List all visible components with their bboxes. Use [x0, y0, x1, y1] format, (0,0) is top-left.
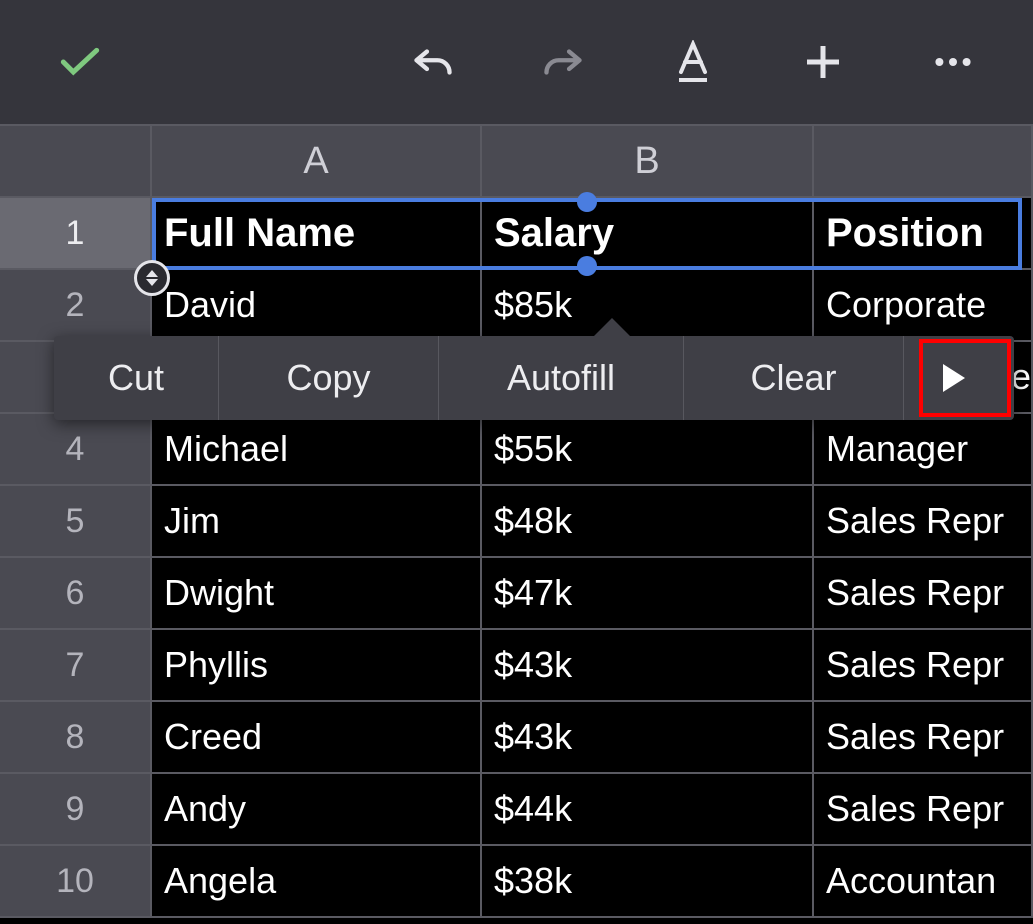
cell-b6[interactable]: $47k: [482, 558, 814, 630]
row-header-10[interactable]: 10: [0, 846, 152, 918]
table-row: 6 Dwight $47k Sales Repr: [0, 558, 1033, 630]
row-header-7[interactable]: 7: [0, 630, 152, 702]
cell-c5[interactable]: Sales Repr: [814, 486, 1033, 558]
cell-a2[interactable]: David: [152, 270, 482, 342]
cell-a4[interactable]: Michael: [152, 414, 482, 486]
context-menu-pointer: [594, 318, 630, 336]
cell-c4[interactable]: Manager: [814, 414, 1033, 486]
cell-c10[interactable]: Accountan: [814, 846, 1033, 918]
cell-b4[interactable]: $55k: [482, 414, 814, 486]
context-menu-clear[interactable]: Clear: [684, 336, 904, 420]
cell-c7[interactable]: Sales Repr: [814, 630, 1033, 702]
table-row: 5 Jim $48k Sales Repr: [0, 486, 1033, 558]
row-header-4[interactable]: 4: [0, 414, 152, 486]
table-row: 8 Creed $43k Sales Repr: [0, 702, 1033, 774]
add-plus-icon[interactable]: [803, 42, 843, 82]
column-header-row: A B: [0, 124, 1033, 198]
row-header-6[interactable]: 6: [0, 558, 152, 630]
confirm-checkmark-icon[interactable]: [60, 42, 100, 82]
text-format-icon[interactable]: [673, 42, 713, 82]
cell-a9[interactable]: Andy: [152, 774, 482, 846]
table-row: 10 Angela $38k Accountan: [0, 846, 1033, 918]
column-header-c[interactable]: [814, 126, 1033, 196]
cell-c1[interactable]: Position: [814, 198, 1033, 270]
cell-a10[interactable]: Angela: [152, 846, 482, 918]
table-row: 9 Andy $44k Sales Repr: [0, 774, 1033, 846]
more-options-icon[interactable]: [933, 42, 973, 82]
cell-c2[interactable]: Corporate: [814, 270, 1033, 342]
chevron-right-icon: [943, 364, 965, 392]
select-all-corner[interactable]: [0, 126, 152, 196]
row-header-8[interactable]: 8: [0, 702, 152, 774]
cell-a6[interactable]: Dwight: [152, 558, 482, 630]
context-menu-cut[interactable]: Cut: [54, 336, 219, 420]
column-header-b[interactable]: B: [482, 126, 814, 196]
cell-b7[interactable]: $43k: [482, 630, 814, 702]
row-header-2[interactable]: 2: [0, 270, 152, 342]
row-header-9[interactable]: 9: [0, 774, 152, 846]
toolbar: [0, 0, 1033, 124]
undo-icon[interactable]: [413, 42, 453, 82]
cell-a5[interactable]: Jim: [152, 486, 482, 558]
table-row: 4 Michael $55k Manager: [0, 414, 1033, 486]
cell-b8[interactable]: $43k: [482, 702, 814, 774]
cell-a8[interactable]: Creed: [152, 702, 482, 774]
cell-b5[interactable]: $48k: [482, 486, 814, 558]
row-resize-handle[interactable]: [134, 260, 170, 296]
cell-b10[interactable]: $38k: [482, 846, 814, 918]
redo-icon[interactable]: [543, 42, 583, 82]
context-menu-copy[interactable]: Copy: [219, 336, 439, 420]
row-header-5[interactable]: 5: [0, 486, 152, 558]
cell-c8[interactable]: Sales Repr: [814, 702, 1033, 774]
column-header-a[interactable]: A: [152, 126, 482, 196]
cell-b9[interactable]: $44k: [482, 774, 814, 846]
context-menu-autofill[interactable]: Autofill: [439, 336, 684, 420]
spreadsheet-grid: 1 Full Name Salary Position 2 David $85k…: [0, 198, 1033, 918]
context-menu: Cut Copy Autofill Clear: [54, 336, 1014, 420]
row-header-1[interactable]: 1: [0, 198, 152, 270]
table-row: 1 Full Name Salary Position: [0, 198, 1033, 270]
table-row: 7 Phyllis $43k Sales Repr: [0, 630, 1033, 702]
cell-b1[interactable]: Salary: [482, 198, 814, 270]
cell-a7[interactable]: Phyllis: [152, 630, 482, 702]
cell-c9[interactable]: Sales Repr: [814, 774, 1033, 846]
cell-b2[interactable]: $85k: [482, 270, 814, 342]
cell-c6[interactable]: Sales Repr: [814, 558, 1033, 630]
context-menu-more[interactable]: [904, 336, 1004, 420]
cell-a1[interactable]: Full Name: [152, 198, 482, 270]
